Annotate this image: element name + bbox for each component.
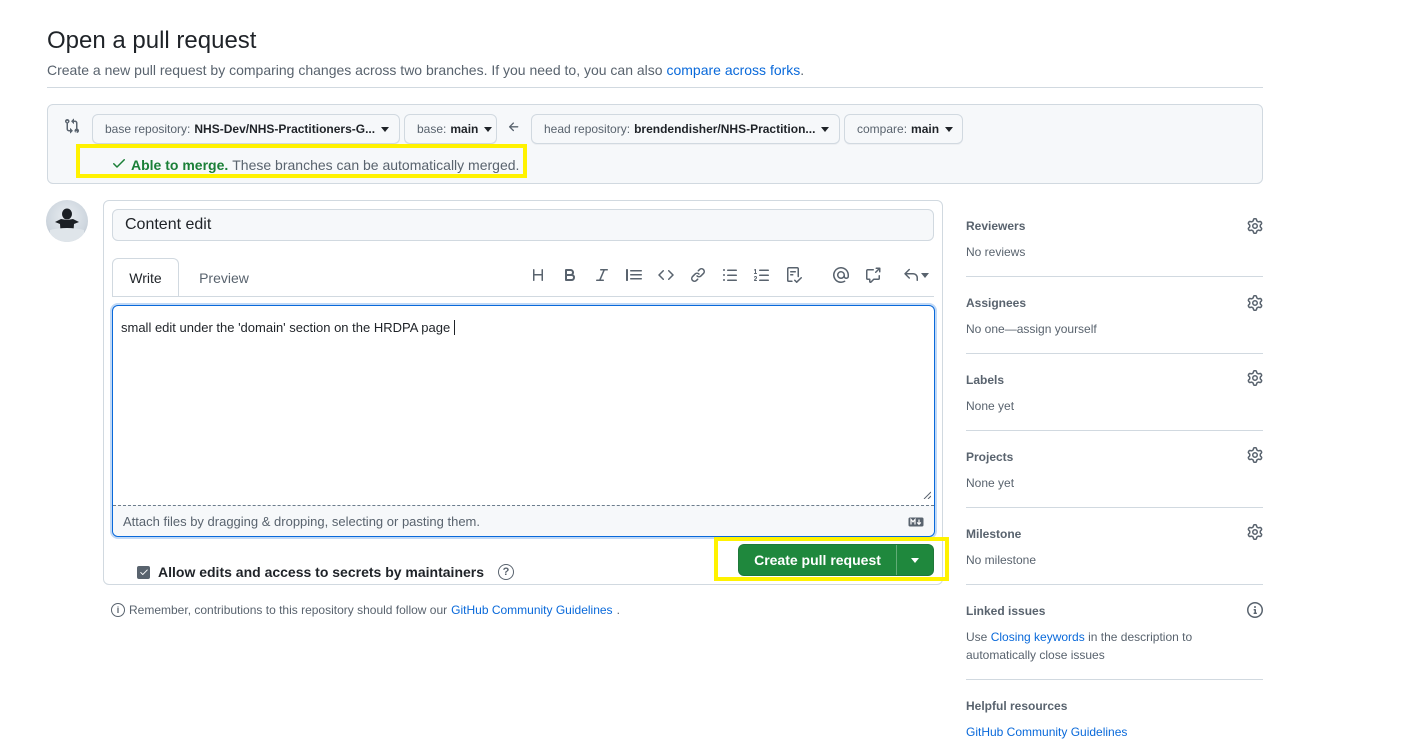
caret-down-icon: [945, 126, 954, 132]
sidebar-divider: [966, 679, 1263, 680]
allow-edits-row: Allow edits and access to secrets by mai…: [137, 564, 515, 580]
markdown-icon: [908, 515, 924, 530]
attach-files-bar[interactable]: Attach files by dragging & dropping, sel…: [113, 505, 934, 536]
sidebar-value: None yet: [966, 399, 1015, 413]
italic-icon[interactable]: [590, 263, 614, 287]
sidebar-title: Reviewers: [966, 219, 1026, 233]
sidebar-title: Milestone: [966, 527, 1022, 541]
sidebar-labels: Labels None yet: [966, 370, 1263, 432]
sidebar-value: None yet: [966, 476, 1015, 490]
compare-branch-select[interactable]: compare: main: [844, 114, 963, 144]
highlight-merge-status: [76, 144, 527, 178]
comment-textarea[interactable]: small edit under the 'domain' section on…: [112, 305, 935, 537]
sidebar-linked-issues: Linked issues Use Closing keywords in th…: [966, 602, 1263, 680]
link-icon[interactable]: [686, 263, 710, 287]
highlight-create-button: [714, 537, 949, 581]
sidebar-value: Use Closing keywords in the description …: [966, 630, 1193, 662]
base-branch-select[interactable]: base: main: [404, 114, 497, 144]
pull-request-form: Write Preview small edit under the 'doma…: [103, 200, 943, 585]
sidebar-title: Helpful resources: [966, 699, 1068, 713]
sidebar-value: No milestone: [966, 553, 1037, 567]
compare-across-forks-link[interactable]: compare across forks: [666, 62, 800, 78]
code-icon[interactable]: [654, 263, 678, 287]
tab-write[interactable]: Write: [112, 258, 179, 297]
gear-icon[interactable]: [1247, 295, 1263, 314]
attach-files-text: Attach files by dragging & dropping, sel…: [123, 513, 480, 529]
allow-edits-label[interactable]: Allow edits and access to secrets by mai…: [158, 564, 484, 580]
gear-icon[interactable]: [1247, 447, 1263, 466]
sidebar-divider: [966, 430, 1263, 431]
helpful-community-guidelines-link[interactable]: GitHub Community Guidelines: [966, 723, 1127, 741]
gear-icon[interactable]: [1247, 218, 1263, 237]
avatar: [46, 200, 88, 242]
sidebar-title: Projects: [966, 450, 1014, 464]
sidebar-title: Linked issues: [966, 604, 1046, 618]
caret-down-icon: [381, 126, 390, 132]
ordered-list-icon[interactable]: [750, 263, 774, 287]
tabs-divider: [112, 296, 934, 297]
sidebar-value[interactable]: No one—assign yourself: [966, 320, 1097, 338]
sidebar-divider: [966, 353, 1263, 354]
task-list-icon[interactable]: [782, 263, 806, 287]
sidebar-projects: Projects None yet: [966, 447, 1263, 509]
header-divider: [47, 87, 1263, 88]
sidebar-divider: [966, 584, 1263, 585]
caret-down-icon: [484, 126, 493, 132]
subtitle-end: .: [800, 62, 805, 78]
unordered-list-icon[interactable]: [718, 263, 742, 287]
sidebar-divider: [966, 507, 1263, 508]
mention-icon[interactable]: [829, 263, 853, 287]
community-guidelines-link[interactable]: GitHub Community Guidelines: [451, 603, 612, 617]
sidebar-assignees: Assignees No one—assign yourself: [966, 295, 1263, 355]
heading-icon[interactable]: [526, 263, 550, 287]
base-repository-select[interactable]: base repository: NHS-Dev/NHS-Practitioner…: [92, 114, 400, 144]
info-icon: i: [111, 603, 125, 617]
head-repository-select[interactable]: head repository: brendendisher/NHS-Practi…: [531, 114, 840, 144]
text-cursor: [454, 320, 456, 335]
page-subtitle: Create a new pull request by comparing c…: [47, 62, 804, 78]
remember-text: Remember, contributions to this reposito…: [129, 603, 448, 617]
git-compare-icon: [64, 118, 80, 137]
tab-preview[interactable]: Preview: [189, 258, 259, 297]
sidebar-value: No reviews: [966, 245, 1026, 259]
reply-undo-icon[interactable]: [901, 263, 931, 287]
arrow-left-icon: [507, 120, 521, 137]
cross-reference-icon[interactable]: [861, 263, 885, 287]
sidebar-milestone: Milestone No milestone: [966, 524, 1263, 586]
sidebar-title: Labels: [966, 373, 1005, 387]
caret-down-icon: [921, 272, 929, 278]
resize-grip-icon[interactable]: [923, 486, 932, 502]
comment-body-text: small edit under the 'domain' section on…: [121, 320, 456, 335]
gear-icon[interactable]: [1247, 370, 1263, 389]
subtitle-text: Create a new pull request by comparing c…: [47, 62, 663, 78]
caret-down-icon: [821, 126, 830, 132]
info-icon[interactable]: [1247, 602, 1263, 621]
contribution-guidelines-note: i Remember, contributions to this reposi…: [111, 603, 620, 617]
gear-icon[interactable]: [1247, 524, 1263, 543]
bold-icon[interactable]: [558, 263, 582, 287]
sidebar-helpful-resources: Helpful resources GitHub Community Guide…: [966, 698, 1263, 748]
page-title: Open a pull request: [47, 27, 257, 54]
quote-icon[interactable]: [622, 263, 646, 287]
sidebar-title: Assignees: [966, 296, 1027, 310]
allow-edits-checkbox[interactable]: [137, 565, 150, 579]
sidebar-divider: [966, 276, 1263, 277]
title-input[interactable]: [112, 209, 934, 241]
sidebar-reviewers: Reviewers No reviews: [966, 218, 1263, 278]
question-icon[interactable]: ?: [498, 564, 515, 580]
branch-compare-box: base repository: NHS-Dev/NHS-Practitioner…: [47, 104, 1263, 184]
closing-keywords-link[interactable]: Closing keywords: [991, 630, 1085, 644]
